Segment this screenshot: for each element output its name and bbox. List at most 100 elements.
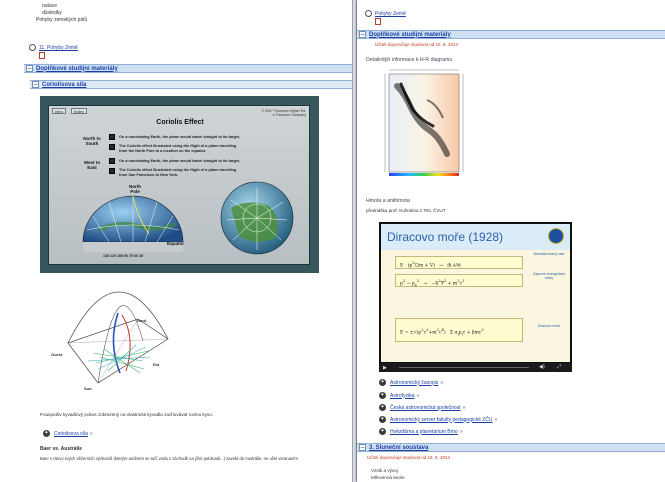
equator-label: Equator: [167, 241, 185, 246]
row-label-west-east: West to East: [83, 160, 101, 170]
checkbox-icon[interactable]: [109, 168, 115, 174]
collapse-icon[interactable]: −: [359, 444, 366, 451]
brno-observatory-link[interactable]: Hvězdárna a planetárium Brno: [390, 429, 458, 435]
coriolis-content: Intro Index © 2007 Thomson Higher Ed. a …: [48, 105, 310, 265]
row-text: The Coriolis effect illustrated using th…: [119, 144, 237, 148]
diagram-label-west: Ouest: [51, 352, 63, 357]
slide-note: Nelokalizovaný stav: [533, 252, 565, 256]
subsection-header-coriolis[interactable]: − Coriolisova síla: [30, 80, 352, 89]
slide-note: Záporné energetické stavy: [532, 272, 566, 280]
coriolis-tab-intro[interactable]: Intro: [52, 108, 67, 114]
link-item[interactable]: ✦ Astrofyzika »: [379, 392, 419, 399]
longitude-scale: 135 120 105 90 75 60 45: [103, 254, 143, 258]
row-text: The Coriolis effect illustrated using th…: [119, 168, 237, 172]
section-header-supplementary[interactable]: − Doplňkové studijní materiály: [24, 64, 352, 73]
equation-box: p2 − px2 → −ħ2∇2 + m2c2: [395, 274, 523, 287]
globes-illustration: [82, 181, 294, 255]
link-item[interactable]: ✦ Česká astronomická společnost »: [379, 404, 465, 411]
row-text: On a nonrotating Earth, the plane would …: [119, 135, 241, 139]
pendulum-diagram: [67, 291, 169, 384]
coriolis-link-item[interactable]: ✦ Coriolisova síla »: [43, 430, 93, 437]
coriolis-copyright: © 2007 Thomson Higher Ed. a Thomson Comp…: [262, 109, 306, 117]
equation-box: E = ±√(p2c2+m2c4) Σ αipic + βmc2: [395, 318, 523, 342]
link-item[interactable]: ✦ Astronomický časopis »: [379, 379, 443, 386]
row-text: On a nonrotating Earth, the plane would …: [119, 159, 241, 163]
move-arrow-icon[interactable]: »: [495, 417, 498, 423]
hr-caption: Detailnější informace k H-R diagramu: [366, 57, 453, 63]
link-item[interactable]: ✦ Hvězdárna a planetárium Brno »: [379, 428, 463, 435]
right-window: Pohyby Země − Doplňkové studijní materiá…: [357, 0, 665, 482]
video-title: Diracovo moře (1928): [387, 230, 504, 244]
video-controls[interactable]: ▶ ◀) ⤢: [379, 363, 572, 372]
slide-note: Diracovo moře: [537, 324, 561, 328]
university-logo-icon: [548, 228, 564, 244]
zcu-astro-server-link[interactable]: Astronomický server fakulty pedagogické …: [390, 417, 493, 423]
teacher-note: Učitel doporučuje studovat od 15. 8. 201…: [367, 455, 451, 460]
hr-diagram-image: [384, 69, 464, 176]
bottom-text: Baer v rámci svých věčerních výzkumů (kt…: [40, 456, 298, 461]
north-pole-label: North Pole: [129, 184, 141, 194]
globe-icon: ✦: [379, 416, 386, 423]
play-icon[interactable]: ▶: [383, 365, 387, 371]
lesson-icon: [365, 10, 372, 17]
checkbox-icon[interactable]: [109, 134, 115, 140]
diagram-label-south: Sud: [84, 386, 92, 391]
globe-icon: ✦: [379, 428, 386, 435]
lecture-video[interactable]: Diracovo moře (1928) E · (p2/2m + V) → i…: [379, 222, 572, 372]
checkbox-icon[interactable]: [109, 144, 115, 150]
move-arrow-icon[interactable]: »: [463, 405, 466, 411]
globe-icon: ✦: [379, 379, 386, 386]
copyright-line: a Thomson Company: [272, 113, 306, 117]
section-title: Doplňkové studijní materiály: [369, 31, 451, 38]
move-arrow-icon[interactable]: »: [440, 380, 443, 386]
diagram-label-north: Nord: [137, 318, 147, 323]
collapse-icon[interactable]: −: [26, 65, 33, 72]
move-arrow-icon[interactable]: »: [416, 393, 419, 399]
outline-line: Vznik a vývoj: [371, 468, 398, 473]
checkbox-icon[interactable]: [109, 158, 115, 164]
row-text: from San Francisco to New York.: [119, 173, 179, 177]
lesson-link[interactable]: 11. Pohyby Země: [39, 45, 78, 51]
link-item[interactable]: ✦ Astronomický server fakulty pedagogick…: [379, 416, 497, 423]
volume-icon[interactable]: ◀): [539, 364, 545, 370]
row-label-north-south: North to South: [83, 136, 101, 146]
left-window: nutace düsledky Pohyby zemských pólů 11.…: [0, 0, 352, 482]
collapse-icon[interactable]: −: [32, 81, 39, 88]
coriolis-tab-index[interactable]: Index: [71, 108, 87, 114]
lesson-icon: [29, 44, 36, 51]
equation-box: E · (p2/2m + V) → iħ ∂/∂t: [395, 256, 523, 269]
teacher-note: Učitel doporučuje studovat od 15. 8. 201…: [375, 42, 459, 47]
outline-line: düsledky: [42, 10, 62, 16]
globe-icon: ✦: [379, 404, 386, 411]
fullscreen-icon[interactable]: ⤢: [557, 364, 561, 370]
diagram-label-east: Est: [153, 362, 160, 367]
coriolis-link[interactable]: Coriolisova síla: [54, 431, 88, 437]
diagram-caption: Pousputův kyvadlový pokus zobrazený na v…: [40, 412, 214, 417]
czech-astro-society-link[interactable]: Česká astronomická společnost: [390, 405, 461, 411]
globe-icon: ✦: [379, 392, 386, 399]
top-link[interactable]: Pohyby Země: [375, 11, 406, 17]
coriolis-title: Coriolis Effect: [156, 119, 204, 126]
globe-icon: ✦: [43, 430, 50, 437]
section-header-supplementary[interactable]: − Doplňkové studijní materiály: [357, 30, 665, 39]
coriolis-flash-panel[interactable]: Intro Index © 2007 Thomson Higher Ed. a …: [40, 96, 319, 273]
video-screen: Diracovo moře (1928) E · (p2/2m + V) → i…: [381, 224, 570, 362]
move-arrow-icon[interactable]: »: [460, 429, 463, 435]
astrophysics-link[interactable]: Astrofyzika: [390, 393, 414, 399]
collapse-icon[interactable]: −: [359, 31, 366, 38]
move-arrow-icon[interactable]: »: [90, 431, 93, 437]
outline-line: Pohyby zemských pólů: [36, 17, 88, 23]
section-title: Doplňkové studijní materiály: [36, 65, 118, 72]
section-header-solar-system[interactable]: − 3. Sluneční soustava: [357, 443, 665, 452]
outline-line: nutace: [42, 3, 58, 9]
subsection-title: Coriolisova síla: [42, 81, 87, 88]
progress-bar[interactable]: [399, 367, 529, 368]
mass-subtitle: přednáška prof. Kuhnáina z FEL ČVUT: [366, 208, 446, 213]
astro-journal-link[interactable]: Astronomický časopis: [390, 380, 438, 386]
document-icon: [39, 52, 45, 59]
mass-title: Hmota a antihmota: [366, 198, 410, 204]
row-text: from the North Pole to a location on the…: [119, 149, 207, 153]
outline-line: Mlhovinná teorie: [371, 475, 405, 480]
section-title: 3. Sluneční soustava: [369, 444, 429, 451]
slide-header: Diracovo moře (1928): [381, 224, 570, 250]
